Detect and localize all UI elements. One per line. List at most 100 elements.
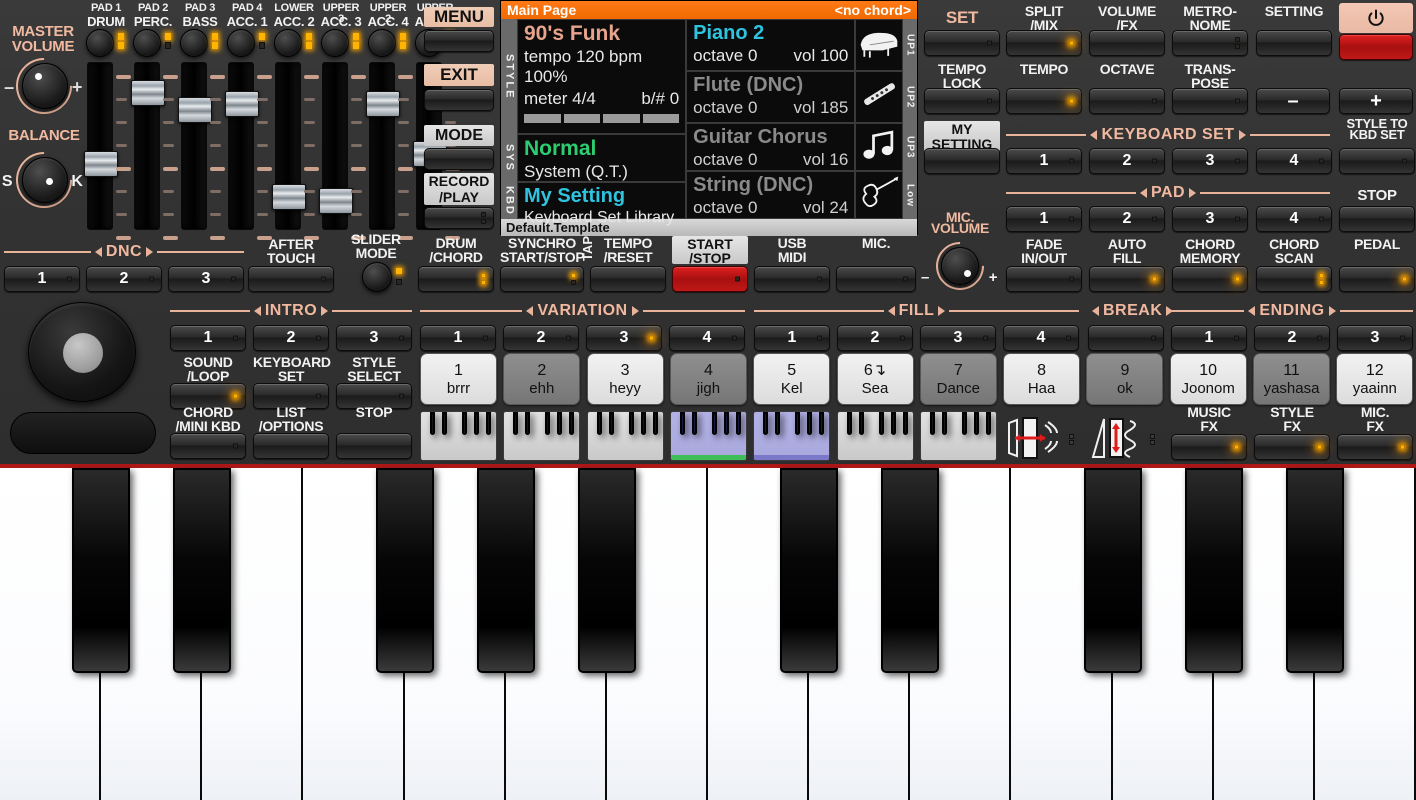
sound-pad-ehh[interactable]: 2ehh xyxy=(503,353,580,405)
keyboard-set-button-4[interactable]: 4 xyxy=(1256,148,1332,174)
piano-black-key[interactable] xyxy=(780,468,838,673)
sound-pad-brrr[interactable]: 1brrr xyxy=(420,353,497,405)
menu-button[interactable] xyxy=(424,30,494,52)
dnc-button-3[interactable]: 3 xyxy=(168,266,244,292)
mixer-slider-handle-drum[interactable] xyxy=(84,151,118,177)
piano-black-key[interactable] xyxy=(881,468,939,673)
lcd-part-flute-dnc[interactable]: Flute (DNC)octave 0vol 185 xyxy=(686,71,855,123)
lcd-tab-style[interactable]: STYLE xyxy=(501,19,517,134)
button-fill-4[interactable]: 4 xyxy=(1003,325,1079,351)
sound-pad-dance[interactable]: 7Dance xyxy=(920,353,997,405)
keyboard-set-button-2[interactable]: 2 xyxy=(1089,148,1165,174)
button-auto-fill[interactable] xyxy=(1089,266,1165,292)
minus-button[interactable]: – xyxy=(1256,88,1330,114)
piano-black-key[interactable] xyxy=(1084,468,1142,673)
button-ending-2[interactable]: 2 xyxy=(1254,325,1330,351)
set-button[interactable] xyxy=(924,30,1000,56)
button-split-mix[interactable] xyxy=(1006,30,1082,56)
plus-button[interactable]: + xyxy=(1339,88,1413,114)
mixer-slider-track-drum[interactable] xyxy=(87,62,113,230)
piano-black-key[interactable] xyxy=(376,468,434,673)
mixer-knob-drum[interactable] xyxy=(86,29,114,57)
balance-knob[interactable] xyxy=(22,157,68,203)
mode-button[interactable] xyxy=(424,148,494,170)
mixer-knob-bass[interactable] xyxy=(180,29,208,57)
piano-black-key[interactable] xyxy=(1185,468,1243,673)
mini-keyboard-3[interactable] xyxy=(587,411,664,461)
mini-keyboard-7[interactable] xyxy=(920,411,997,461)
power-button[interactable] xyxy=(1339,34,1413,60)
lcd-part-icon-cell[interactable] xyxy=(855,123,903,171)
button-chord-minikbd[interactable] xyxy=(170,433,246,459)
button-mic[interactable] xyxy=(836,266,916,292)
button-variation-4[interactable]: 4 xyxy=(669,325,745,351)
mic-volume-knob[interactable] xyxy=(941,247,979,285)
button-start-stop[interactable] xyxy=(672,266,748,292)
lcd-sys-block[interactable]: Normal System (Q.T.) xyxy=(517,134,686,182)
button-variation-3[interactable]: 3 xyxy=(586,325,662,351)
button-intro-3[interactable]: 3 xyxy=(336,325,412,351)
button-chord-memory[interactable] xyxy=(1172,266,1248,292)
button-fade-in-out[interactable] xyxy=(1006,266,1082,292)
keyboard-set-button-1[interactable]: 1 xyxy=(1006,148,1082,174)
mixer-knob-perc[interactable] xyxy=(133,29,161,57)
button-fill-1[interactable]: 1 xyxy=(754,325,830,351)
mini-keyboard-2[interactable] xyxy=(503,411,580,461)
mixer-slider-track-bass[interactable] xyxy=(181,62,207,230)
dnc-button-1[interactable]: 1 xyxy=(4,266,80,292)
mixer-slider-handle-perc[interactable] xyxy=(131,80,165,106)
lcd-part-tab-up2[interactable]: UP2 xyxy=(903,71,917,123)
mixer-slider-track-acc-1[interactable] xyxy=(228,62,254,230)
button-ending-1[interactable]: 1 xyxy=(1171,325,1247,351)
sound-pad-joonom[interactable]: 10Joonom xyxy=(1170,353,1247,405)
mixer-slider-handle-acc-1[interactable] xyxy=(225,91,259,117)
button-tempo[interactable] xyxy=(1006,88,1082,114)
pad-button-4[interactable]: 4 xyxy=(1256,206,1332,232)
lcd-style-block[interactable]: 90's Funk tempo 120 bpm 100% meter 4/4 b… xyxy=(517,19,686,134)
lcd-part-tab-up3[interactable]: UP3 xyxy=(903,123,917,171)
lcd-kbd-block[interactable]: My Setting Keyboard Set Library xyxy=(517,182,686,219)
pad-button-2[interactable]: 2 xyxy=(1089,206,1165,232)
mixer-slider-handle-bass[interactable] xyxy=(178,97,212,123)
lcd-part-icon-cell[interactable] xyxy=(855,171,903,219)
button-intro-1[interactable]: 1 xyxy=(170,325,246,351)
button-music-fx[interactable] xyxy=(1171,434,1247,460)
pad-button-1[interactable]: 1 xyxy=(1006,206,1082,232)
piano-black-key[interactable] xyxy=(477,468,535,673)
after-touch-button[interactable] xyxy=(248,266,334,292)
joystick[interactable] xyxy=(28,302,136,402)
button-fill-3[interactable]: 3 xyxy=(920,325,996,351)
my-setting-button[interactable] xyxy=(924,148,1000,174)
lcd-part-icon-cell[interactable] xyxy=(855,71,903,123)
sound-pad-heyy[interactable]: 3heyy xyxy=(587,353,664,405)
mixer-slider-track-perc[interactable] xyxy=(134,62,160,230)
mixer-slider-track-acc-2[interactable] xyxy=(275,62,301,230)
sound-pad-yashasa[interactable]: 11yashasa xyxy=(1253,353,1330,405)
mixer-slider-handle-acc-3[interactable] xyxy=(319,188,353,214)
mini-keyboard-4[interactable] xyxy=(670,411,747,461)
dnc-button-2[interactable]: 2 xyxy=(86,266,162,292)
button-setting[interactable] xyxy=(1256,30,1332,56)
lcd-part-tab-low[interactable]: Low xyxy=(903,171,917,219)
lcd-part-string-dnc[interactable]: String (DNC)octave 0vol 24 xyxy=(686,171,855,219)
pitch-bend-wheel[interactable] xyxy=(1005,415,1065,461)
button-synchro-start-stop[interactable] xyxy=(500,266,584,292)
mini-keyboard-1[interactable] xyxy=(420,411,497,461)
piano-black-key[interactable] xyxy=(578,468,636,673)
master-volume-knob[interactable] xyxy=(22,63,68,109)
lcd-part-guitar-chorus[interactable]: Guitar Chorusoctave 0vol 16 xyxy=(686,123,855,171)
keyboard-set-button-3[interactable]: 3 xyxy=(1172,148,1248,174)
button-trans-pose[interactable] xyxy=(1172,88,1248,114)
button-tempo-lock[interactable] xyxy=(924,88,1000,114)
mixer-slider-handle-acc-4[interactable] xyxy=(366,91,400,117)
sound-pad-sea[interactable]: 6↴Sea xyxy=(837,353,914,405)
button-intro-2[interactable]: 2 xyxy=(253,325,329,351)
button-mic-fx[interactable] xyxy=(1337,434,1413,460)
pad-button-3[interactable]: 3 xyxy=(1172,206,1248,232)
mixer-knob-acc-3[interactable] xyxy=(321,29,349,57)
piano-black-key[interactable] xyxy=(173,468,231,673)
lcd-part-piano-2[interactable]: Piano 2octave 0vol 100 xyxy=(686,19,855,71)
button-octave[interactable] xyxy=(1089,88,1165,114)
lcd-tab-sys[interactable]: SYS xyxy=(501,134,517,182)
lcd-tab-kbd[interactable]: KBD xyxy=(501,182,517,219)
